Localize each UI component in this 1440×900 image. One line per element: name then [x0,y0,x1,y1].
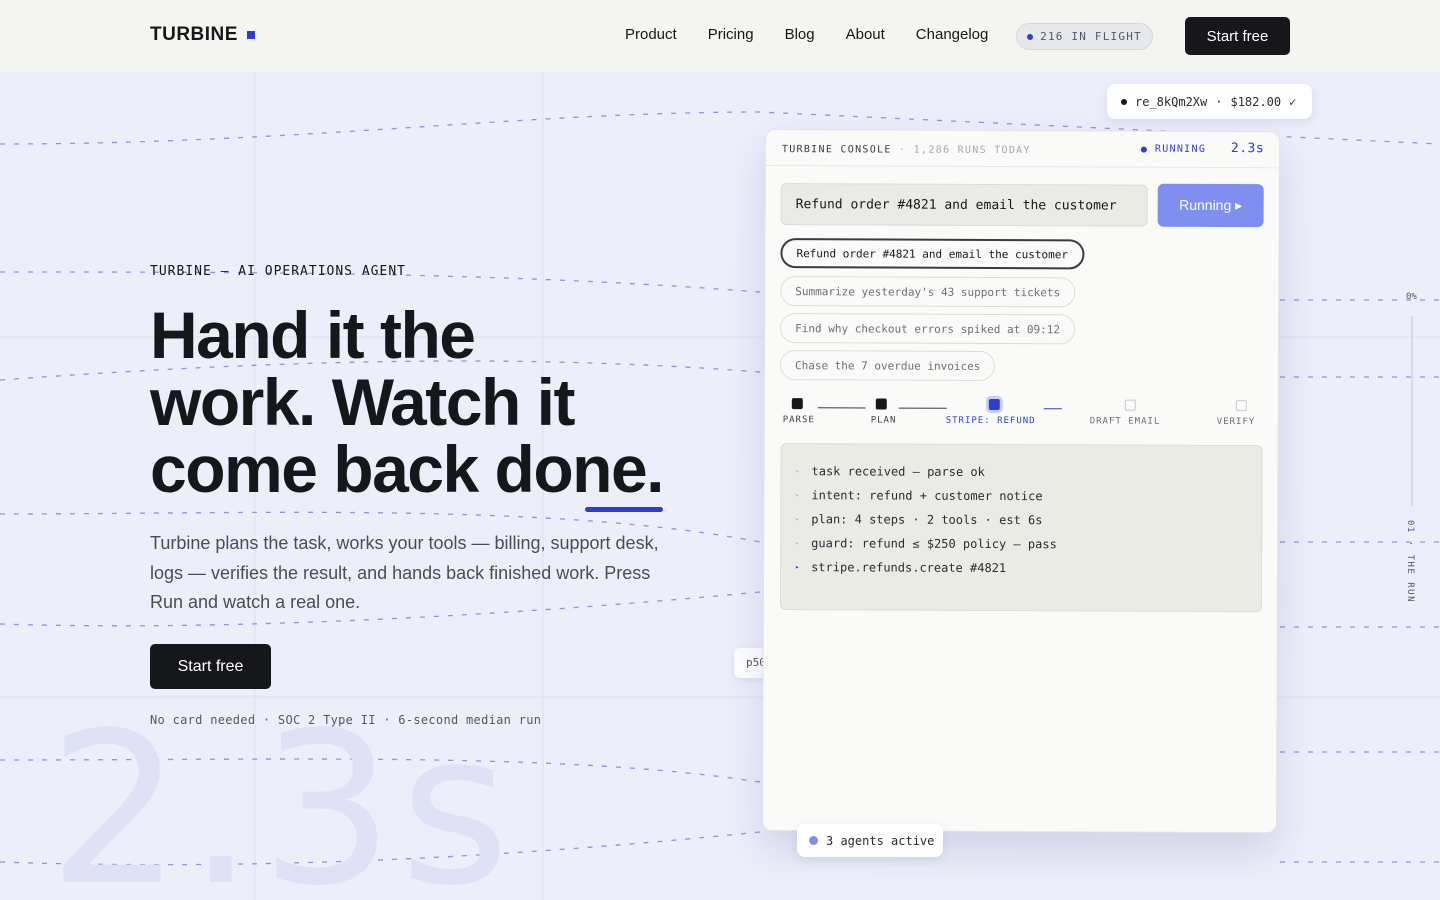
step-pending-icon [1235,400,1247,412]
step-label: STRIPE: REFUND [945,415,1036,427]
logo[interactable]: TURBINE [150,24,255,46]
hero-start-free-button[interactable]: Start free [150,644,271,689]
step-label: DRAFT EMAIL [1089,416,1161,427]
logo-square-icon [246,31,255,39]
log-bullet-icon: ▸ [795,515,800,524]
log-line: ▸ guard: refund ≤ $250 policy — pass [795,531,1261,557]
run-log: ▸ task received — parse ok ▸ intent: ref… [779,443,1263,613]
example-chip-checkout-errors[interactable]: Find why checkout errors spiked at 09:12 [780,313,1076,345]
step-pending-icon [1124,399,1136,411]
log-text: intent: refund + customer notice [811,488,1043,504]
in-flight-badge: 216 IN FLIGHT [1016,23,1153,50]
scroll-progress-percent: 0% [1406,292,1417,302]
receipt-id: re_8kQm2Xw [1135,94,1208,109]
log-text: stripe.refunds.create #4821 [811,560,1007,576]
step-connector-active [1043,408,1062,410]
hero-headline: Hand it the work. Watch it come back don… [150,302,770,503]
log-text: task received — parse ok [811,464,985,479]
run-steps: PARSE PLAN STRIPE: REFUND DRAFT EMAIL VE… [783,398,1263,440]
run-status-text: RUNNING [1154,143,1207,155]
receipt-dot-icon [1121,98,1127,105]
log-current-icon: ▸ [795,563,800,572]
step-connector [898,407,947,409]
agents-active-text: 3 agents active [826,833,935,848]
nav-link-about[interactable]: About [846,26,885,43]
receipt-separator: · [1215,94,1223,109]
log-bullet-icon: ▸ [795,539,800,548]
example-chip-refund[interactable]: Refund order #4821 and email the custome… [780,238,1085,270]
headline-line-3: come back [150,432,495,506]
hero-trust-note: No card needed · SOC 2 Type II · 6-secon… [150,713,542,727]
logo-text: TURBINE [150,24,238,45]
console-title-row: TURBINE CONSOLE · 1,286 RUNS TODAY [782,144,1031,156]
nav-link-product[interactable]: Product [625,26,677,43]
console-header: TURBINE CONSOLE · 1,286 RUNS TODAY RUNNI… [765,130,1279,169]
nav-link-blog[interactable]: Blog [785,26,815,43]
scroll-progress-track[interactable] [1411,316,1413,506]
step-verify: VERIFY [1217,400,1255,427]
agents-active-badge: 3 agents active [797,824,943,857]
big-background-number: 2.3s [48,687,516,900]
log-bullet-icon: ▸ [795,491,800,500]
check-icon: ✓ [1289,94,1297,109]
log-text: guard: refund ≤ $250 policy — pass [811,536,1057,552]
agents-dot-icon [809,836,818,845]
nav-link-pricing[interactable]: Pricing [708,26,754,43]
step-done-icon [791,398,803,410]
step-plan: PLAN [871,398,896,426]
console-title: TURBINE CONSOLE [781,144,892,156]
turbine-console: TURBINE CONSOLE · 1,286 RUNS TODAY RUNNI… [761,129,1280,834]
step-label: VERIFY [1216,416,1256,428]
step-stripe-refund: STRIPE: REFUND [946,398,1036,426]
step-parse: PARSE [783,398,815,425]
step-label: PARSE [782,415,815,426]
runs-today: · 1,286 RUNS TODAY [899,144,1031,157]
log-line: ▸ plan: 4 steps · 2 tools · est 6s [795,507,1261,533]
receipt-amount: $182.00 [1230,94,1282,109]
headline-line-1: Hand it the [150,298,476,372]
log-bullet-icon: ▸ [795,467,800,476]
hero-subcopy: Turbine plans the task, works your tools… [150,533,659,612]
headline-emphasis: done. [494,432,665,506]
running-dot-icon [1140,146,1147,153]
run-status: RUNNING [1140,143,1207,155]
nav-link-changelog[interactable]: Changelog [916,26,989,43]
nav-start-free-button[interactable]: Start free [1185,17,1290,55]
step-connector [817,407,866,409]
headline-line-2: work. Watch it [150,365,575,439]
run-timer: 2.3s [1230,141,1265,157]
run-button[interactable]: Running ▸ [1157,183,1264,228]
status-dot-icon [1027,33,1034,40]
step-label: PLAN [870,415,897,426]
step-draft-email: DRAFT EMAIL [1090,399,1160,427]
example-chip-invoices[interactable]: Chase the 7 overdue invoices [779,350,996,382]
hero-eyebrow: TURBINE — AI OPERATIONS AGENT [150,264,406,279]
log-line-current: ▸ stripe.refunds.create #4821 [795,555,1261,581]
top-nav: TURBINE Product Pricing Blog About Chang… [0,0,1440,72]
example-chip-summarize[interactable]: Summarize yesterday's 43 support tickets [780,276,1076,308]
in-flight-text: 216 IN FLIGHT [1040,30,1142,43]
log-line: ▸ task received — parse ok [795,459,1261,485]
log-text: plan: 4 steps · 2 tools · est 6s [811,512,1043,528]
section-label: 01 · THE RUN [1405,520,1415,604]
task-input[interactable] [780,183,1148,227]
step-active-icon [988,398,1000,411]
log-line: ▸ intent: refund + customer notice [795,483,1261,509]
refund-receipt-toast: re_8kQm2Xw · $182.00 ✓ [1107,84,1312,119]
step-done-icon [875,398,887,410]
nav-links: Product Pricing Blog About Changelog [625,26,1019,43]
